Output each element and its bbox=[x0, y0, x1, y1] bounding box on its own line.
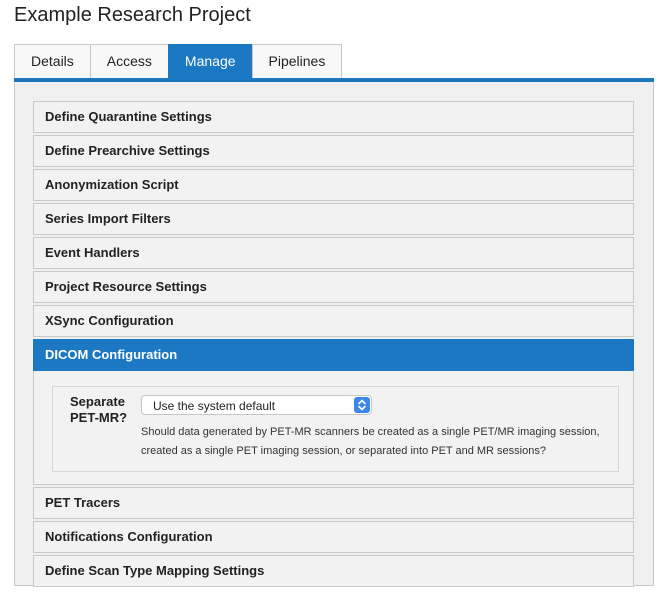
accordion-pet-tracers[interactable]: PET Tracers bbox=[33, 487, 634, 519]
accordion-project-resource-settings[interactable]: Project Resource Settings bbox=[33, 271, 634, 303]
separate-pet-mr-description: Should data generated by PET-MR scanners… bbox=[141, 426, 600, 457]
settings-accordion: Define Quarantine Settings Define Prearc… bbox=[33, 101, 634, 589]
tab-manage[interactable]: Manage bbox=[167, 44, 253, 78]
select-value: Use the system default bbox=[153, 399, 276, 413]
accordion-series-import-filters[interactable]: Series Import Filters bbox=[33, 203, 634, 235]
accordion-scan-type-mapping[interactable]: Define Scan Type Mapping Settings bbox=[33, 555, 634, 587]
separate-pet-mr-setting: Separate PET-MR? Use the system default … bbox=[52, 386, 619, 472]
accordion-dicom-configuration[interactable]: DICOM Configuration bbox=[33, 339, 634, 371]
tab-details[interactable]: Details bbox=[14, 44, 91, 78]
accordion-quarantine-settings[interactable]: Define Quarantine Settings bbox=[33, 101, 634, 133]
accordion-prearchive-settings[interactable]: Define Prearchive Settings bbox=[33, 135, 634, 167]
accordion-notifications-configuration[interactable]: Notifications Configuration bbox=[33, 521, 634, 553]
updown-chevron-icon bbox=[354, 397, 370, 413]
tab-pipelines[interactable]: Pipelines bbox=[251, 44, 343, 78]
separate-pet-mr-label: Separate PET-MR? bbox=[70, 394, 128, 425]
accordion-xsync-configuration[interactable]: XSync Configuration bbox=[33, 305, 634, 337]
accordion-anonymization-script[interactable]: Anonymization Script bbox=[33, 169, 634, 201]
dicom-configuration-body: Separate PET-MR? Use the system default … bbox=[33, 371, 634, 485]
manage-panel: Define Quarantine Settings Define Prearc… bbox=[14, 82, 654, 589]
tab-access[interactable]: Access bbox=[89, 44, 169, 78]
page-title: Example Research Project bbox=[14, 4, 251, 26]
separate-pet-mr-select[interactable]: Use the system default bbox=[141, 395, 372, 415]
accordion-event-handlers[interactable]: Event Handlers bbox=[33, 237, 634, 269]
tab-bar: Details Access Manage Pipelines bbox=[14, 44, 343, 79]
